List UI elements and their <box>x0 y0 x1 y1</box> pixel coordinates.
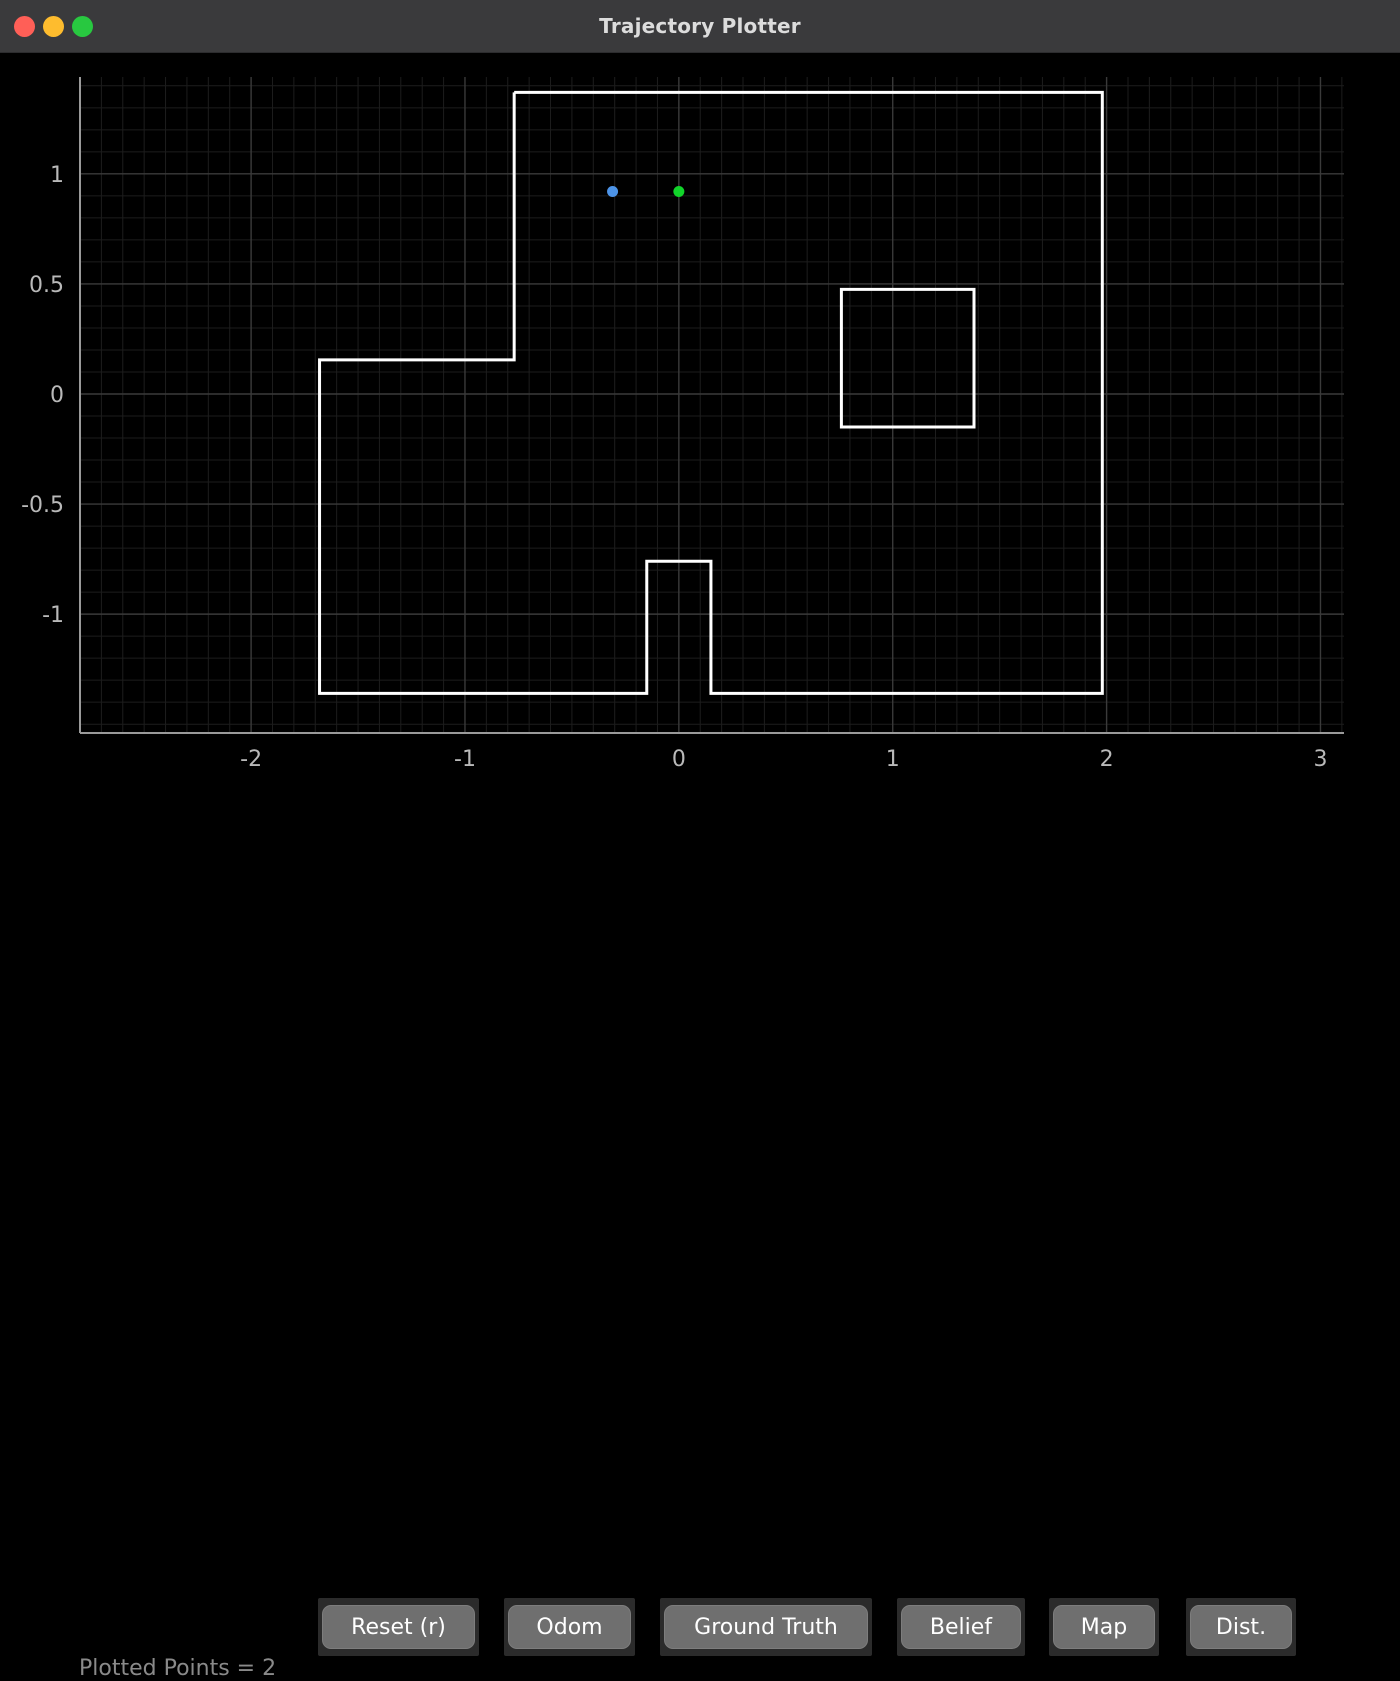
svg-text:0.5: 0.5 <box>29 273 64 298</box>
belief-button-frame[interactable]: Belief <box>897 1598 1025 1656</box>
app-window: Trajectory Plotter -2 -1 0 1 2 3 1 0.5 0 -0.5 -1 P… <box>0 0 1400 1681</box>
belief-button[interactable]: Belief <box>901 1605 1021 1649</box>
map-button[interactable]: Map <box>1053 1605 1155 1649</box>
reset-button[interactable]: Reset (r) <box>322 1605 475 1649</box>
svg-text:2: 2 <box>1100 747 1114 772</box>
trajectory-plot[interactable]: -2 -1 0 1 2 3 1 0.5 0 -0.5 -1 <box>0 53 1400 813</box>
odom-button-frame[interactable]: Odom <box>504 1598 635 1656</box>
ground-truth-marker <box>673 185 685 197</box>
ground-truth-button-frame[interactable]: Ground Truth <box>660 1598 872 1656</box>
odom-button[interactable]: Odom <box>508 1605 631 1649</box>
window-title: Trajectory Plotter <box>599 14 801 38</box>
minimize-button[interactable] <box>43 15 64 37</box>
plot-area[interactable]: -2 -1 0 1 2 3 1 0.5 0 -0.5 -1 <box>0 53 1400 813</box>
dist-button[interactable]: Dist. <box>1190 1605 1292 1649</box>
svg-text:1: 1 <box>50 163 64 188</box>
maximize-button[interactable] <box>72 15 93 37</box>
close-button[interactable] <box>14 15 35 37</box>
ground-truth-button[interactable]: Ground Truth <box>664 1605 868 1649</box>
svg-text:3: 3 <box>1313 747 1327 772</box>
plotted-points-label: Plotted Points = 2 <box>79 1656 277 1681</box>
dist-button-frame[interactable]: Dist. <box>1186 1598 1296 1656</box>
svg-text:-0.5: -0.5 <box>21 493 64 518</box>
window-titlebar: Trajectory Plotter <box>0 0 1400 53</box>
svg-text:1: 1 <box>886 747 900 772</box>
reset-button-frame[interactable]: Reset (r) <box>318 1598 479 1656</box>
bottom-toolbar: Plotted Points = 2 Reset (r) Odom Ground… <box>0 813 1400 1681</box>
svg-text:-1: -1 <box>454 747 476 772</box>
svg-text:0: 0 <box>50 383 64 408</box>
svg-text:-1: -1 <box>42 603 64 628</box>
map-button-frame[interactable]: Map <box>1049 1598 1159 1656</box>
svg-text:-2: -2 <box>240 747 262 772</box>
belief-marker <box>607 185 619 197</box>
window-controls <box>14 0 93 52</box>
svg-text:0: 0 <box>672 747 686 772</box>
